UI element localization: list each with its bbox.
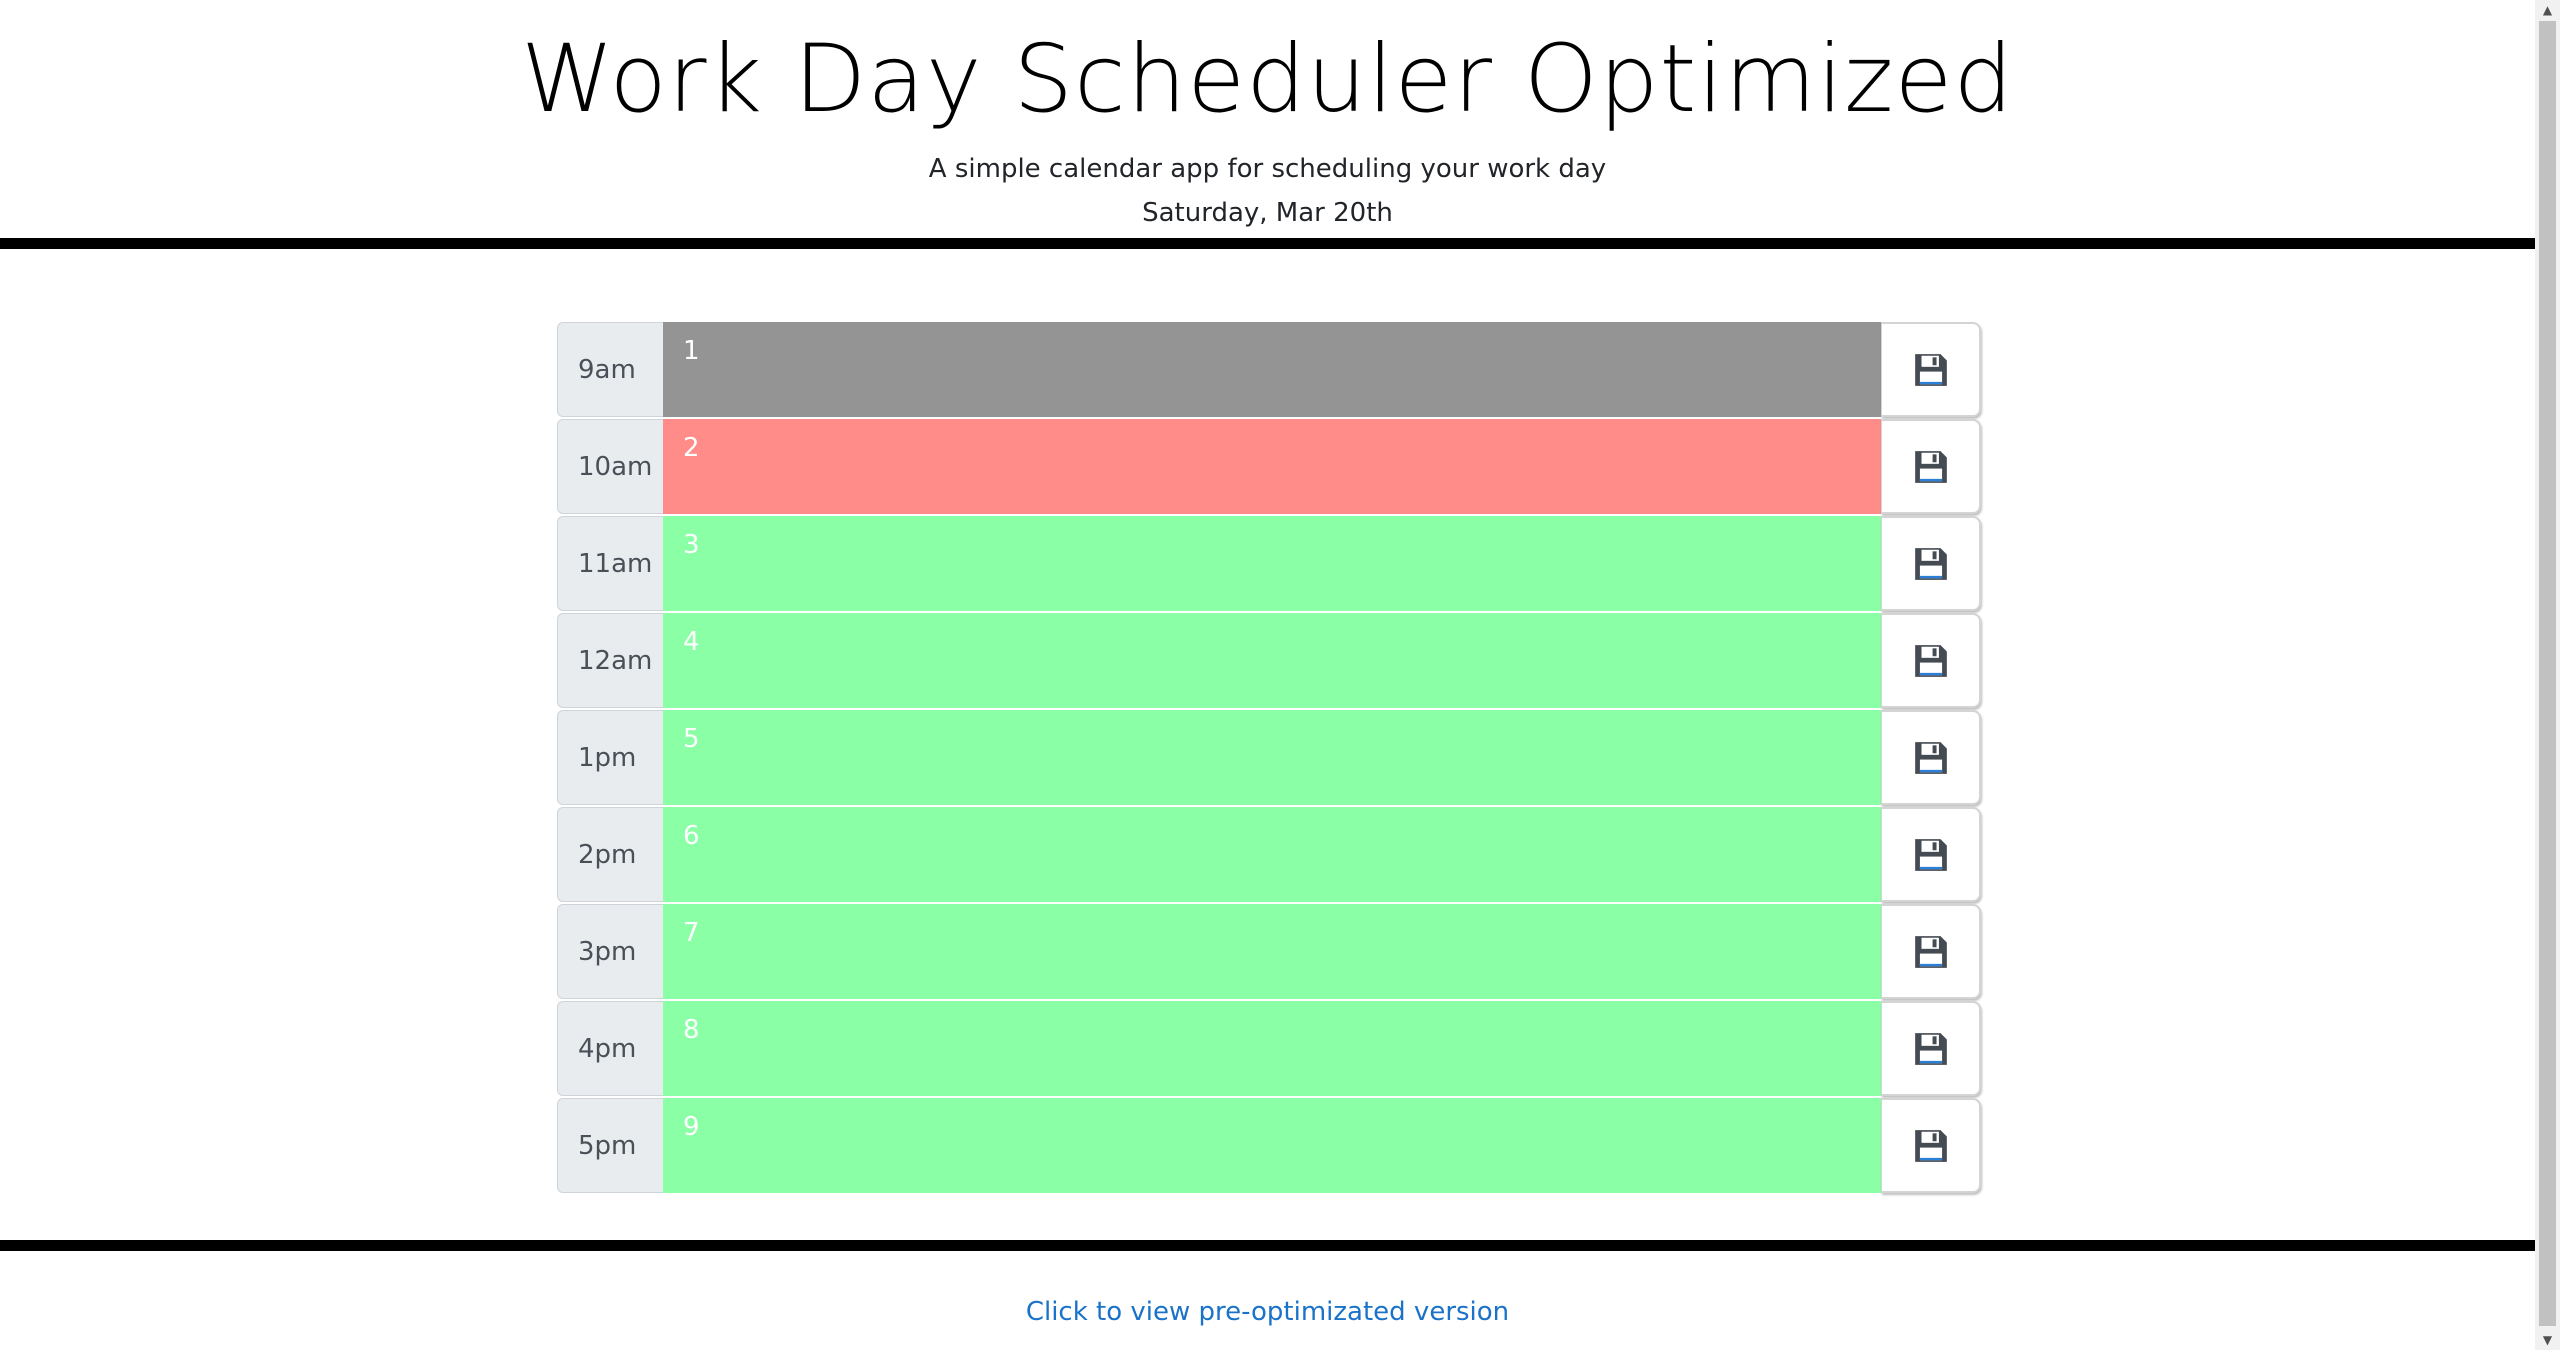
hour-label: 11am	[557, 516, 663, 611]
save-button[interactable]	[1881, 904, 1981, 999]
hour-label: 4pm	[557, 1001, 663, 1096]
bottom-divider	[0, 1240, 2535, 1251]
task-input[interactable]: 5	[663, 710, 1881, 805]
task-input[interactable]: 8	[663, 1001, 1881, 1096]
save-button[interactable]	[1881, 613, 1981, 708]
time-block-4pm: 4pm 8	[557, 1001, 1981, 1096]
floppy-disk-icon	[1914, 450, 1947, 483]
time-block-12am: 12am 4	[557, 613, 1981, 708]
task-input[interactable]: 2	[663, 419, 1881, 514]
floppy-disk-icon	[1914, 1032, 1947, 1065]
save-button[interactable]	[1881, 710, 1981, 805]
scroll-up-arrow-icon[interactable]: ▲	[2535, 0, 2560, 20]
floppy-disk-icon	[1914, 741, 1947, 774]
top-divider	[0, 238, 2535, 249]
pre-optimized-version-link[interactable]: Click to view pre-optimizated version	[0, 1297, 2535, 1327]
floppy-disk-icon	[1914, 935, 1947, 968]
task-input[interactable]: 6	[663, 807, 1881, 902]
save-button[interactable]	[1881, 419, 1981, 514]
task-input[interactable]: 7	[663, 904, 1881, 999]
page: Work Day Scheduler Optimized A simple ca…	[0, 0, 2535, 1350]
time-block-1pm: 1pm 5	[557, 710, 1981, 805]
floppy-disk-icon	[1914, 353, 1947, 386]
hour-label: 12am	[557, 613, 663, 708]
floppy-disk-icon	[1914, 547, 1947, 580]
scrollbar-thumb[interactable]	[2539, 21, 2556, 1326]
task-input[interactable]: 4	[663, 613, 1881, 708]
save-button[interactable]	[1881, 322, 1981, 417]
hour-label: 1pm	[557, 710, 663, 805]
page-title: Work Day Scheduler Optimized	[520, 25, 2015, 134]
current-date: Saturday, Mar 20th	[1142, 198, 1393, 228]
task-input[interactable]: 1	[663, 322, 1881, 417]
save-button[interactable]	[1881, 516, 1981, 611]
hour-label: 5pm	[557, 1098, 663, 1193]
hour-label: 2pm	[557, 807, 663, 902]
scroll-down-arrow-icon[interactable]: ▼	[2535, 1330, 2560, 1350]
time-block-10am: 10am 2	[557, 419, 1981, 514]
floppy-disk-icon	[1914, 644, 1947, 677]
floppy-disk-icon	[1914, 838, 1947, 871]
hour-label: 3pm	[557, 904, 663, 999]
header: Work Day Scheduler Optimized A simple ca…	[0, 0, 2535, 238]
save-button[interactable]	[1881, 1098, 1981, 1193]
floppy-disk-icon	[1914, 1129, 1947, 1162]
page-subtitle: A simple calendar app for scheduling you…	[928, 154, 1607, 184]
time-block-9am: 9am 1	[557, 322, 1981, 417]
time-block-5pm: 5pm 9	[557, 1098, 1981, 1193]
time-block-11am: 11am 3	[557, 516, 1981, 611]
hour-label: 9am	[557, 322, 663, 417]
planner: 9am 1 10am 2 11am 3 12am 4 1pm 5 2pm 6 3…	[557, 322, 1981, 1195]
save-button[interactable]	[1881, 1001, 1981, 1096]
hour-label: 10am	[557, 419, 663, 514]
time-block-3pm: 3pm 7	[557, 904, 1981, 999]
task-input[interactable]: 9	[663, 1098, 1881, 1193]
save-button[interactable]	[1881, 807, 1981, 902]
time-block-2pm: 2pm 6	[557, 807, 1981, 902]
task-input[interactable]: 3	[663, 516, 1881, 611]
